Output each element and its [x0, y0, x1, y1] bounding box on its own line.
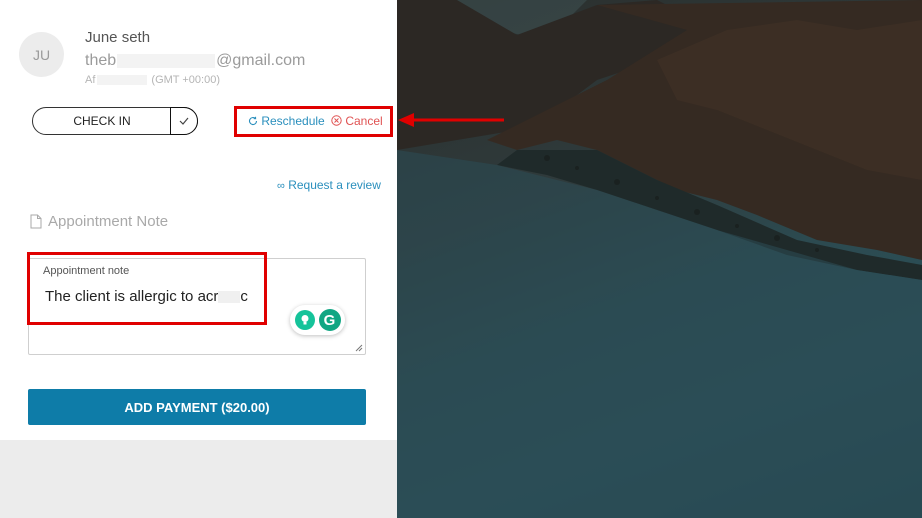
client-phone: Af (GMT +00:00): [85, 74, 220, 86]
lightbulb-icon[interactable]: [294, 310, 315, 330]
request-review-link[interactable]: ∞ Request a review: [277, 178, 381, 192]
check-in-label: CHECK IN: [73, 114, 131, 128]
cancel-link[interactable]: Cancel: [331, 114, 383, 128]
client-initials: JU: [32, 46, 51, 63]
cancel-label: Cancel: [345, 114, 383, 128]
appointment-note-title: Appointment Note: [48, 213, 169, 230]
client-email-prefix: theb: [85, 52, 117, 69]
appointment-note-heading: Appointment Note: [30, 213, 168, 230]
client-name: June seth: [85, 29, 151, 46]
client-avatar: JU: [19, 32, 64, 77]
add-payment-button[interactable]: ADD PAYMENT ($20.00): [28, 389, 366, 425]
redacted-block: [117, 53, 216, 68]
client-timezone: (GMT +00:00): [151, 74, 220, 86]
client-email-suffix: @gmail.com: [216, 52, 306, 69]
panel-footer-area: [0, 440, 397, 518]
resize-handle-icon[interactable]: [355, 344, 363, 352]
grammarly-g-icon[interactable]: G: [318, 309, 341, 331]
document-icon: [30, 214, 42, 229]
client-phone-prefix: Af: [85, 74, 96, 86]
client-email: theb @gmail.com: [85, 52, 305, 70]
reschedule-label: Reschedule: [261, 114, 325, 128]
refresh-icon: [249, 116, 258, 126]
cancel-circle-icon: [331, 115, 342, 126]
grammarly-widget[interactable]: G: [290, 305, 345, 335]
check-icon[interactable]: [170, 107, 198, 135]
annotation-arrow-icon: [398, 113, 504, 127]
reschedule-link[interactable]: Reschedule: [248, 114, 325, 128]
annotation-highlight-box: [27, 252, 267, 325]
redacted-block: [97, 75, 148, 86]
link-icon: ∞: [277, 180, 285, 192]
request-review-label: Request a review: [288, 178, 381, 192]
background-landscape-image: [397, 0, 922, 518]
check-in-toggle[interactable]: CHECK IN: [32, 107, 198, 135]
